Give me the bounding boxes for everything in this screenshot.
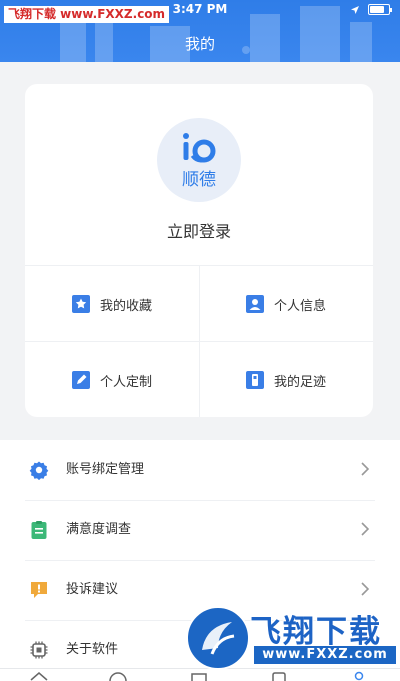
chip-icon: [30, 641, 48, 659]
header-bar: 飞翔下载 www.FXXZ.com 3:47 PM 我的: [0, 0, 400, 62]
location-arrow-icon: [351, 5, 359, 14]
watermark-emblem-icon: [186, 606, 250, 670]
grid-item-favorites[interactable]: 我的收藏: [25, 266, 199, 342]
chevron-right-icon: [361, 582, 370, 596]
grid-item-label: 个人信息: [273, 298, 326, 314]
logo-text: 顺德: [182, 170, 216, 190]
grid-item-label: 个人定制: [99, 374, 152, 390]
menu-item-label: 投诉建议: [66, 582, 119, 597]
grid-item-footprint[interactable]: 我的足迹: [199, 342, 373, 417]
watermark-main-text: 飞翔下载: [250, 614, 382, 650]
avatar[interactable]: 顺德: [157, 118, 241, 202]
shunde-logo-icon: 顺德: [182, 133, 216, 190]
login-link[interactable]: 立即登录: [25, 218, 373, 242]
grid-item-label: 我的收藏: [99, 298, 152, 314]
battery-icon: [368, 4, 392, 15]
menu-item-label: 账号绑定管理: [66, 462, 145, 477]
chevron-right-icon: [361, 462, 370, 476]
watermark-url: www.FXXZ.com: [254, 646, 396, 664]
person-card-icon: [245, 295, 264, 313]
menu-item-label: 关于软件: [66, 642, 119, 657]
edit-icon: [71, 371, 90, 389]
footprint-icon: [245, 371, 264, 389]
status-time: 3:47 PM: [172, 2, 228, 16]
star-icon: [71, 295, 90, 313]
alert-icon: [31, 582, 47, 598]
menu-item-account-binding[interactable]: 账号绑定管理: [0, 440, 400, 500]
status-bar: 飞翔下载 www.FXXZ.com 3:47 PM: [0, 0, 400, 23]
wing-icon: [202, 622, 235, 655]
watermark-logo: 飞翔下载 www.FXXZ.com: [186, 606, 400, 670]
grid-item-personal-info[interactable]: 个人信息: [199, 266, 373, 342]
menu-item-label: 满意度调查: [66, 522, 132, 537]
grid-item-label: 我的足迹: [273, 374, 326, 390]
bottom-tab-bar: [0, 668, 400, 681]
page-title: 我的: [184, 35, 215, 53]
menu-item-survey[interactable]: 满意度调查: [0, 500, 400, 560]
chevron-right-icon: [361, 522, 370, 536]
gear-icon: [29, 461, 49, 480]
grid-item-customize[interactable]: 个人定制: [25, 342, 199, 417]
profile-card: 顺德 立即登录 我的收藏 个人信息 个人定制 我的足迹: [25, 84, 373, 417]
clipboard-icon: [31, 521, 47, 539]
status-icons: [350, 4, 392, 15]
